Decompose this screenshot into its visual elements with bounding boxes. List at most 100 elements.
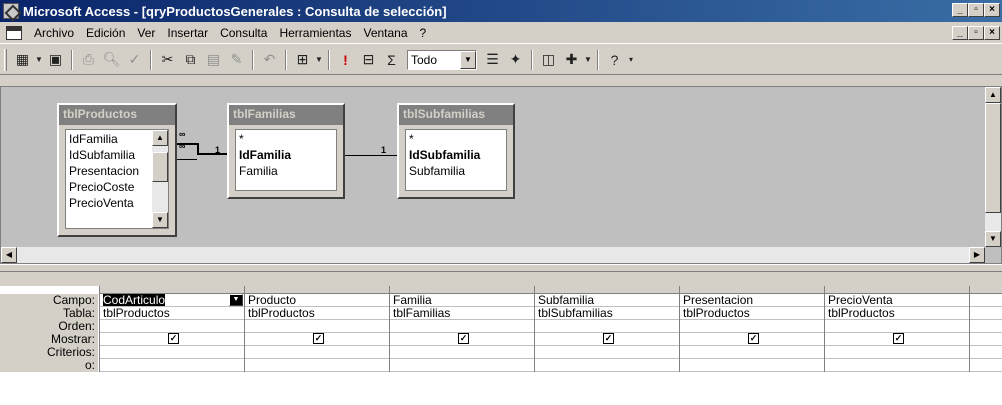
query-type-dropdown-icon[interactable]: ▼	[314, 49, 324, 71]
totals-icon[interactable]: Σ	[380, 49, 403, 71]
o-cell[interactable]	[970, 359, 1002, 372]
toolbar-grip[interactable]	[4, 48, 7, 71]
scroll-thumb[interactable]	[985, 103, 1001, 213]
field-item[interactable]: Subfamilia	[409, 163, 503, 179]
scroll-left-button[interactable]: ◀	[1, 247, 17, 263]
menu-archivo[interactable]: Archivo	[28, 26, 80, 40]
field-item[interactable]: IdSubfamilia	[69, 147, 165, 163]
criterios-cell[interactable]	[100, 346, 244, 359]
table-tblproductos[interactable]: tblProductos IdFamilia IdSubfamilia Pres…	[57, 103, 177, 237]
o-cell[interactable]	[535, 359, 679, 372]
field-item[interactable]: Presentacion	[69, 163, 165, 179]
save-icon[interactable]: ▣	[44, 49, 67, 71]
builder-icon[interactable]: ✦	[504, 49, 527, 71]
table-tblsubfamilias[interactable]: tblSubfamilias * IdSubfamilia Subfamilia	[397, 103, 515, 199]
field-item[interactable]: IdFamilia	[69, 131, 165, 147]
tabla-cell[interactable]: tblProductos	[100, 307, 244, 320]
field-item[interactable]: PrecioCoste	[69, 179, 165, 195]
criterios-cell[interactable]	[535, 346, 679, 359]
mostrar-checkbox[interactable]: ✓	[168, 333, 179, 344]
o-cell[interactable]	[680, 359, 824, 372]
scroll-thumb[interactable]	[152, 152, 168, 182]
orden-cell[interactable]	[680, 320, 824, 333]
mostrar-cell[interactable]	[970, 333, 1002, 346]
pane-horizontal-scrollbar[interactable]: ◀ ▶	[1, 247, 985, 263]
mostrar-checkbox[interactable]: ✓	[603, 333, 614, 344]
criterios-cell[interactable]	[825, 346, 969, 359]
menu-ayuda[interactable]: ?	[414, 26, 433, 40]
criterios-cell[interactable]	[245, 346, 389, 359]
campo-cell[interactable]: Presentacion	[680, 294, 824, 307]
menu-ventana[interactable]: Ventana	[357, 26, 413, 40]
o-cell[interactable]	[100, 359, 244, 372]
column-selector[interactable]	[824, 286, 969, 294]
mostrar-cell[interactable]: ✓	[245, 333, 389, 346]
help-icon[interactable]: ?	[603, 49, 626, 71]
view-dropdown-icon[interactable]: ▼	[34, 49, 44, 71]
campo-cell[interactable]: PrecioVenta	[825, 294, 969, 307]
show-table-icon[interactable]: ⊟	[357, 49, 380, 71]
mostrar-checkbox[interactable]: ✓	[458, 333, 469, 344]
menu-insertar[interactable]: Insertar	[161, 26, 214, 40]
scroll-down-button[interactable]: ▼	[152, 212, 168, 228]
key-field-item[interactable]: IdFamilia	[239, 147, 333, 163]
orden-cell[interactable]	[535, 320, 679, 333]
scroll-down-button[interactable]: ▼	[985, 231, 1001, 247]
relationship-line[interactable]	[197, 143, 199, 153]
mostrar-cell[interactable]: ✓	[100, 333, 244, 346]
tabla-cell[interactable]: tblProductos	[680, 307, 824, 320]
top-values-dropdown-icon[interactable]: ▼	[460, 50, 476, 69]
minimize-button[interactable]: _	[952, 3, 968, 17]
tabla-cell[interactable]: tblProductos	[825, 307, 969, 320]
criterios-cell[interactable]	[970, 346, 1002, 359]
query-type-icon[interactable]: ⊞	[291, 49, 314, 71]
orden-cell[interactable]	[390, 320, 534, 333]
table-title[interactable]: tblSubfamilias	[399, 105, 513, 125]
field-item[interactable]: PrecioVenta	[69, 195, 165, 211]
menu-edicion[interactable]: Edición	[80, 26, 131, 40]
new-object-dropdown-icon[interactable]: ▼	[583, 49, 593, 71]
format-painter-icon[interactable]: ✎	[225, 49, 248, 71]
document-icon[interactable]	[6, 25, 22, 40]
orden-cell[interactable]	[825, 320, 969, 333]
column-selector[interactable]	[99, 286, 244, 294]
campo-cell[interactable]: Familia	[390, 294, 534, 307]
table-title[interactable]: tblFamilias	[229, 105, 343, 125]
tabla-cell[interactable]	[970, 307, 1002, 320]
mostrar-checkbox[interactable]: ✓	[313, 333, 324, 344]
view-icon[interactable]: ▦	[11, 49, 34, 71]
mostrar-checkbox[interactable]: ✓	[893, 333, 904, 344]
menu-consulta[interactable]: Consulta	[214, 26, 273, 40]
column-selector[interactable]	[969, 286, 1002, 294]
print-icon[interactable]: ⎙	[77, 49, 100, 71]
table-title[interactable]: tblProductos	[59, 105, 175, 125]
doc-restore-button[interactable]: ▫	[968, 26, 984, 40]
database-window-icon[interactable]: ◫	[537, 49, 560, 71]
field-item[interactable]: *	[409, 131, 503, 147]
relationship-line[interactable]	[197, 153, 227, 155]
spelling-icon[interactable]: ✓	[123, 49, 146, 71]
mostrar-cell[interactable]: ✓	[390, 333, 534, 346]
mostrar-cell[interactable]: ✓	[825, 333, 969, 346]
o-cell[interactable]	[390, 359, 534, 372]
scroll-up-button[interactable]: ▲	[985, 87, 1001, 103]
tabla-cell[interactable]: tblProductos	[245, 307, 389, 320]
o-cell[interactable]	[245, 359, 389, 372]
properties-icon[interactable]: ☰	[481, 49, 504, 71]
tabla-cell[interactable]: tblFamilias	[390, 307, 534, 320]
column-selector[interactable]	[389, 286, 534, 294]
field-item[interactable]: Familia	[239, 163, 333, 179]
column-selector[interactable]	[244, 286, 389, 294]
orden-cell[interactable]	[245, 320, 389, 333]
cut-icon[interactable]: ✂	[156, 49, 179, 71]
campo-dropdown-icon[interactable]: ▼	[229, 294, 243, 306]
criterios-cell[interactable]	[680, 346, 824, 359]
close-button[interactable]: ×	[984, 3, 1000, 17]
key-field-item[interactable]: IdSubfamilia	[409, 147, 503, 163]
orden-cell[interactable]	[970, 320, 1002, 333]
paste-icon[interactable]: ▤	[202, 49, 225, 71]
copy-icon[interactable]: ⧉	[179, 49, 202, 71]
campo-cell[interactable]: Subfamilia	[535, 294, 679, 307]
doc-close-button[interactable]: ×	[984, 26, 1000, 40]
menu-herramientas[interactable]: Herramientas	[273, 26, 357, 40]
